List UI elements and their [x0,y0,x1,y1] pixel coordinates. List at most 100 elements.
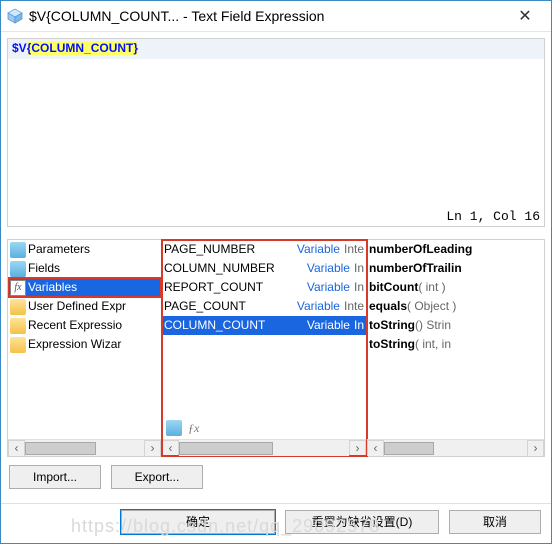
title-bar: $V{COLUMN_COUNT... - Text Field Expressi… [1,1,551,31]
methods-list[interactable]: numberOfLeading numberOfTrailin bitCount… [367,240,544,417]
folder-icon [10,299,26,315]
variables-icon: fx [10,280,26,296]
expression-editor[interactable]: $V{COLUMN_COUNT} Ln 1, Col 16 [7,38,545,227]
close-button[interactable]: ✕ [503,2,547,30]
fields-icon [10,261,26,277]
var-row[interactable]: PAGE_COUNT Variable Inte [162,297,366,316]
methods-hscroll[interactable]: ‹ › [367,439,544,456]
scroll-right-icon[interactable]: › [144,440,161,457]
reset-defaults-button[interactable]: 重置为缺省设置(D) [285,510,439,534]
tree-label: Variables [28,278,77,297]
var-kind: Variable [297,297,340,316]
tree-label: User Defined Expr [28,297,126,316]
method-name: bitCount [369,278,418,297]
cancel-button[interactable]: 取消 [449,510,541,534]
category-tree[interactable]: Parameters Fields fx Variables User Defi… [8,240,161,439]
var-type: In [354,259,364,278]
tree-item-variables[interactable]: fx Variables [8,278,161,297]
method-sig: () Strin [415,316,451,335]
var-row[interactable]: COLUMN_NUMBER Variable In [162,259,366,278]
tree-item-recent[interactable]: Recent Expressio [8,316,161,335]
parameters-icon [10,242,26,258]
var-row[interactable]: PAGE_NUMBER Variable Inte [162,240,366,259]
tree-item-parameters[interactable]: Parameters [8,240,161,259]
token-dollar-v: $V [12,41,27,55]
variables-toolbar: ƒx [162,417,366,439]
var-name: COLUMN_NUMBER [164,259,303,278]
var-kind: Variable [307,259,350,278]
tree-label: Fields [28,259,60,278]
tree-item-fields[interactable]: Fields [8,259,161,278]
category-hscroll[interactable]: ‹ › [8,439,161,456]
scroll-left-icon[interactable]: ‹ [8,440,25,457]
variables-hscroll[interactable]: ‹ › [162,439,366,456]
variables-pane: PAGE_NUMBER Variable Inte COLUMN_NUMBER … [162,240,367,456]
var-name: PAGE_NUMBER [164,240,293,259]
editor-line-1[interactable]: $V{COLUMN_COUNT} [8,39,544,59]
method-row[interactable]: equals( Object ) [367,297,544,316]
import-export-row: Import... Export... [7,461,545,497]
var-name: COLUMN_COUNT [164,316,303,335]
method-name: numberOfTrailin [369,259,462,278]
var-type: In [354,316,364,335]
scroll-thumb[interactable] [179,442,273,455]
dialog-action-bar: https://blog.csdn.net/qq_29092578 确定 重置为… [1,503,551,543]
tree-label: Recent Expressio [28,316,122,335]
scroll-right-icon[interactable]: › [349,440,366,457]
editor-status: Ln 1, Col 16 [446,209,540,224]
var-name: PAGE_COUNT [164,297,293,316]
var-type: In [354,278,364,297]
tree-item-wizard[interactable]: Expression Wizar [8,335,161,354]
var-type: Inte [344,240,364,259]
method-row[interactable]: numberOfLeading [367,240,544,259]
method-name: toString [369,335,415,354]
ok-button[interactable]: 确定 [121,510,275,534]
var-name: REPORT_COUNT [164,278,303,297]
export-button[interactable]: Export... [111,465,203,489]
var-type: Inte [344,297,364,316]
scroll-track[interactable] [25,440,144,457]
methods-pane: numberOfLeading numberOfTrailin bitCount… [367,240,544,456]
content-area: $V{COLUMN_COUNT} Ln 1, Col 16 Parameters… [1,32,551,503]
method-sig: ( int, in [415,335,451,354]
method-sig: ( Object ) [407,297,456,316]
scroll-left-icon[interactable]: ‹ [367,440,384,457]
method-row[interactable]: bitCount( int ) [367,278,544,297]
db-icon[interactable] [166,420,182,436]
method-row[interactable]: toString( int, in [367,335,544,354]
method-sig: ( int ) [418,278,445,297]
token-brace-close: } [133,41,138,55]
horizontal-splitter[interactable] [7,231,545,235]
object-browser: Parameters Fields fx Variables User Defi… [7,239,545,457]
tree-item-user-defined[interactable]: User Defined Expr [8,297,161,316]
folder-icon [10,318,26,334]
var-row-selected[interactable]: COLUMN_COUNT Variable In [162,316,366,335]
token-identifier: COLUMN_COUNT [31,41,133,55]
folder-icon [10,337,26,353]
method-name: numberOfLeading [369,240,472,259]
scroll-track[interactable] [179,440,349,457]
method-row[interactable]: toString() Strin [367,316,544,335]
var-kind: Variable [297,240,340,259]
var-kind: Variable [307,278,350,297]
fx-icon[interactable]: ƒx [188,420,204,436]
import-button[interactable]: Import... [9,465,101,489]
var-row[interactable]: REPORT_COUNT Variable In [162,278,366,297]
scroll-left-icon[interactable]: ‹ [162,440,179,457]
method-row[interactable]: numberOfTrailin [367,259,544,278]
method-name: toString [369,316,415,335]
variables-list[interactable]: PAGE_NUMBER Variable Inte COLUMN_NUMBER … [162,240,366,417]
scroll-track[interactable] [384,440,527,457]
method-name: equals [369,297,407,316]
tree-label: Parameters [28,240,90,259]
window-title: $V{COLUMN_COUNT... - Text Field Expressi… [29,8,503,24]
app-icon [7,8,23,24]
scroll-right-icon[interactable]: › [527,440,544,457]
category-pane: Parameters Fields fx Variables User Defi… [8,240,162,456]
scroll-thumb[interactable] [25,442,96,455]
scroll-thumb[interactable] [384,442,434,455]
tree-label: Expression Wizar [28,335,121,354]
var-kind: Variable [307,316,350,335]
editor-empty-area[interactable] [8,59,544,226]
methods-toolbar [367,417,544,439]
